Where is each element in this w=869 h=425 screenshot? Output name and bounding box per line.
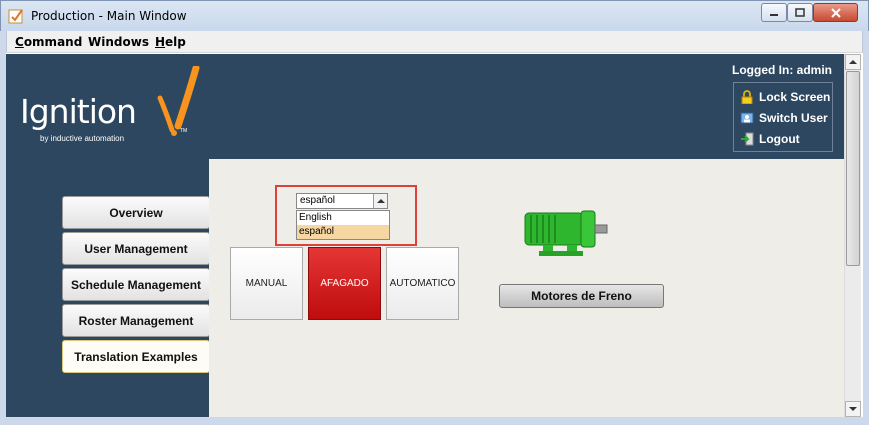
dropdown-arrow-button[interactable] <box>373 194 387 208</box>
client-area: Ignition TM by inductive automation Logg… <box>6 54 844 417</box>
nav-roster-management-label: Roster Management <box>78 313 194 328</box>
minimize-button[interactable] <box>761 3 787 22</box>
menu-command-label: Command <box>15 35 83 49</box>
logo-wordmark: Ignition <box>20 92 137 131</box>
mode-afagado-label: AFAGADO <box>320 278 369 289</box>
motor-label-button[interactable]: Motores de Freno <box>499 284 664 308</box>
scroll-thumb[interactable] <box>846 71 860 266</box>
nav-user-management[interactable]: User Management <box>62 232 210 265</box>
content-panel: español English español MANUAL AFAGADO A… <box>209 159 844 417</box>
menu-bar: Command Windows Help <box>6 31 863 53</box>
nav-schedule-management[interactable]: Schedule Management <box>62 268 210 301</box>
chevron-up-icon <box>849 60 857 64</box>
menu-mnemonic: H <box>155 35 166 49</box>
switch-user-icon <box>740 112 754 124</box>
lock-screen-button[interactable]: Lock Screen <box>740 88 830 106</box>
nav-user-management-label: User Management <box>84 241 188 256</box>
maximize-icon <box>795 8 805 17</box>
lock-icon <box>741 90 753 104</box>
user-menu: Lock Screen Switch User Logout <box>733 82 833 152</box>
logout-button[interactable]: Logout <box>740 130 800 148</box>
menu-windows[interactable]: Windows <box>88 35 149 49</box>
switch-user-label: Switch User <box>759 111 828 125</box>
mode-afagado-button[interactable]: AFAGADO <box>308 247 381 320</box>
menu-windows-label: Windows <box>88 35 149 49</box>
language-option-english[interactable]: English <box>297 211 389 225</box>
app-icon <box>8 9 23 24</box>
close-button[interactable] <box>813 3 858 22</box>
logout-label: Logout <box>759 132 800 146</box>
nav-overview[interactable]: Overview <box>62 196 210 229</box>
mode-manual-button[interactable]: MANUAL <box>230 247 303 320</box>
menu-mnemonic: C <box>15 35 24 49</box>
mode-manual-label: MANUAL <box>245 278 288 289</box>
logged-in-label: Logged In: admin <box>732 63 832 77</box>
mode-automatico-button[interactable]: AUTOMATICO <box>386 247 459 320</box>
switch-user-button[interactable]: Switch User <box>740 109 828 127</box>
language-options-list: English español <box>296 210 390 240</box>
logo-trademark: TM <box>180 128 188 134</box>
language-option-espanol[interactable]: español <box>297 225 389 239</box>
nav-translation-examples-label: Translation Examples <box>74 349 198 364</box>
lock-screen-label: Lock Screen <box>759 90 831 104</box>
nav-schedule-management-label: Schedule Management <box>70 277 202 292</box>
menu-help[interactable]: Help <box>155 35 186 49</box>
scroll-down-button[interactable] <box>845 401 861 417</box>
menu-command[interactable]: Command <box>15 35 82 49</box>
motor-icon <box>524 210 608 256</box>
mode-automatico-label: AUTOMATICO <box>389 278 456 289</box>
title-bar: Production - Main Window <box>0 0 869 31</box>
nav-translation-examples[interactable]: Translation Examples <box>62 340 210 373</box>
logo-tagline: by inductive automation <box>40 134 125 143</box>
window-title: Production - Main Window <box>31 9 187 23</box>
maximize-button[interactable] <box>787 3 813 22</box>
minimize-icon <box>770 13 778 16</box>
language-dropdown[interactable]: español <box>296 193 388 209</box>
window-border-bottom <box>0 417 869 425</box>
scroll-up-button[interactable] <box>845 54 861 70</box>
window-border-right <box>863 31 869 425</box>
vertical-scrollbar[interactable] <box>844 54 861 417</box>
nav-roster-management[interactable]: Roster Management <box>62 304 210 337</box>
chevron-down-icon <box>849 407 857 411</box>
nav-overview-label: Overview <box>109 205 163 220</box>
close-icon <box>830 7 841 18</box>
chevron-up-icon <box>376 199 385 203</box>
motor-label-text: Motores de Freno <box>531 289 632 303</box>
language-selected-value: español <box>300 195 336 206</box>
menu-help-label: Help <box>155 35 186 49</box>
logout-icon <box>741 132 754 146</box>
